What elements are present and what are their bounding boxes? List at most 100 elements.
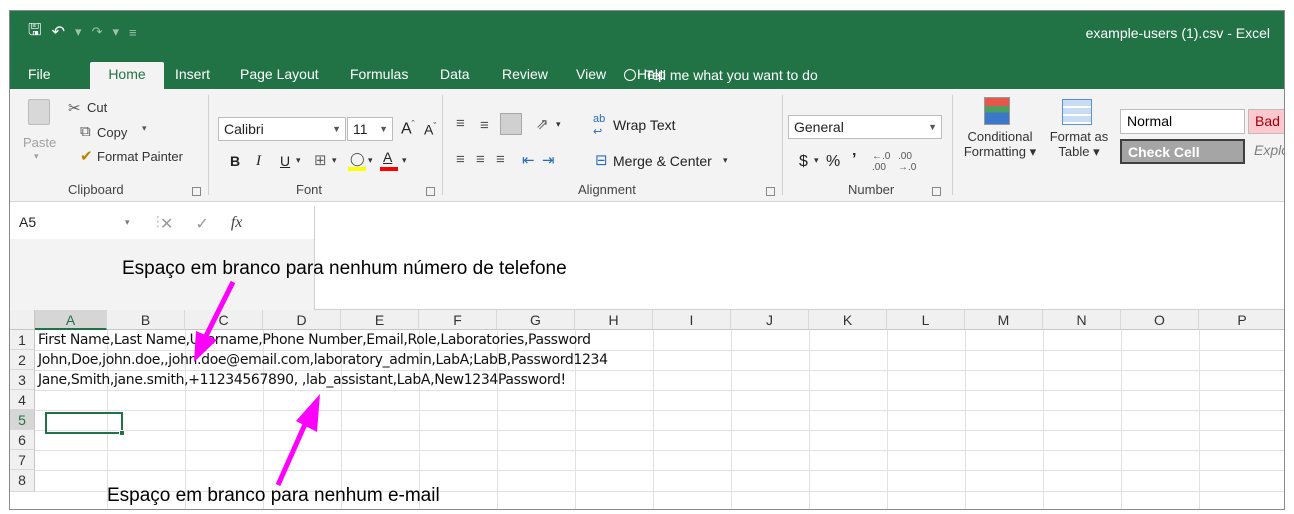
row-header-6[interactable]: 6	[10, 430, 35, 450]
format-painter-button[interactable]: Format Painter	[97, 149, 183, 164]
comma-style-button[interactable]: ’	[852, 151, 856, 169]
style-check-cell[interactable]: Check Cell	[1120, 139, 1245, 164]
paste-button[interactable]: Paste ▾	[20, 95, 60, 165]
column-header-H[interactable]: H	[575, 310, 653, 330]
style-explanatory[interactable]: Explo	[1248, 139, 1284, 164]
currency-button[interactable]: $	[799, 153, 808, 171]
align-center-icon[interactable]: ≡	[476, 151, 485, 168]
column-header-N[interactable]: N	[1043, 310, 1121, 330]
select-all-corner[interactable]	[10, 310, 35, 330]
orientation-dropdown-icon[interactable]: ▾	[556, 119, 561, 130]
column-header-G[interactable]: G	[497, 310, 575, 330]
row-header-5[interactable]: 5	[10, 410, 35, 430]
tab-insert[interactable]: Insert	[165, 62, 220, 89]
tab-data[interactable]: Data	[430, 62, 480, 89]
undo-dropdown-icon[interactable]: ▾	[75, 22, 82, 42]
tab-review[interactable]: Review	[492, 62, 558, 89]
column-header-D[interactable]: D	[263, 310, 341, 330]
increase-decimal-icon[interactable]: ←.0.00	[872, 151, 890, 173]
tell-me-box[interactable]: Tell me what you want to do	[624, 62, 818, 89]
gridline	[731, 330, 732, 509]
column-header-K[interactable]: K	[809, 310, 887, 330]
underline-dropdown-icon[interactable]: ▾	[296, 155, 301, 166]
column-header-P[interactable]: P	[1199, 310, 1284, 330]
wrap-text-button[interactable]: Wrap Text	[613, 117, 676, 133]
underline-button[interactable]: U	[280, 153, 290, 169]
fill-handle[interactable]	[119, 430, 125, 436]
row-header-2[interactable]: 2	[10, 350, 35, 370]
merge-dropdown-icon[interactable]: ▾	[723, 155, 728, 166]
number-format-combo[interactable]: General ▼	[788, 115, 942, 139]
customize-qat-icon[interactable]: ≡	[129, 22, 137, 42]
column-header-E[interactable]: E	[341, 310, 419, 330]
name-box[interactable]: A5 ▾	[11, 206, 149, 239]
merge-center-button[interactable]: Merge & Center	[613, 153, 712, 169]
bold-button[interactable]: B	[230, 153, 240, 169]
cell-A1[interactable]: First Name,Last Name,Username,Phone Numb…	[38, 330, 591, 350]
column-header-L[interactable]: L	[887, 310, 965, 330]
insert-function-icon[interactable]: fx	[231, 214, 243, 234]
copy-button[interactable]: Copy	[97, 125, 127, 140]
font-color-icon[interactable]: A	[380, 149, 398, 171]
format-as-table-button[interactable]: Format as Table ▾	[1046, 129, 1112, 160]
font-launcher-icon[interactable]	[426, 187, 435, 196]
align-middle-icon[interactable]: ≡	[480, 117, 489, 134]
active-cell-A5[interactable]	[45, 412, 123, 434]
clipboard-launcher-icon[interactable]	[192, 187, 201, 196]
borders-dropdown-icon[interactable]: ▾	[332, 155, 337, 166]
cancel-icon[interactable]: ✕	[160, 214, 173, 234]
borders-icon[interactable]: ⊞	[314, 151, 327, 169]
number-launcher-icon[interactable]	[932, 187, 941, 196]
column-header-I[interactable]: I	[653, 310, 731, 330]
currency-dropdown-icon[interactable]: ▾	[814, 155, 819, 166]
style-bad[interactable]: Bad	[1248, 109, 1284, 134]
align-top-icon[interactable]: ≡	[456, 115, 465, 132]
style-normal[interactable]: Normal	[1120, 109, 1245, 134]
row-header-3[interactable]: 3	[10, 370, 35, 390]
enter-icon[interactable]: ✓	[195, 214, 208, 234]
cell-A3[interactable]: Jane,Smith,jane.smith,+11234567890, ,lab…	[38, 370, 566, 390]
tab-formulas[interactable]: Formulas	[340, 62, 418, 89]
tab-file[interactable]: File	[18, 62, 61, 89]
decrease-indent-icon[interactable]: ⇤	[522, 151, 535, 169]
undo-icon[interactable]: ↶	[52, 22, 65, 42]
tab-page-layout[interactable]: Page Layout	[230, 62, 329, 89]
percent-button[interactable]: %	[826, 153, 840, 171]
row-header-8[interactable]: 8	[10, 470, 35, 492]
row-header-7[interactable]: 7	[10, 450, 35, 470]
column-header-J[interactable]: J	[731, 310, 809, 330]
tab-view[interactable]: View	[566, 62, 616, 89]
increase-font-icon[interactable]: Aˆ	[401, 119, 415, 138]
fill-color-icon[interactable]: ◯	[348, 151, 366, 171]
column-header-M[interactable]: M	[965, 310, 1043, 330]
redo-dropdown-icon[interactable]: ▾	[112, 22, 119, 42]
align-right-icon[interactable]: ≡	[496, 151, 505, 168]
cut-button[interactable]: Cut	[87, 100, 107, 115]
increase-indent-icon[interactable]: ⇥	[542, 151, 555, 169]
align-left-icon[interactable]: ≡	[456, 151, 465, 168]
decrease-font-icon[interactable]: Aˇ	[424, 121, 436, 138]
column-header-B[interactable]: B	[107, 310, 185, 330]
name-box-dropdown-icon[interactable]: ▾	[125, 206, 130, 239]
fill-dropdown-icon[interactable]: ▾	[368, 155, 373, 166]
decrease-decimal-icon[interactable]: .00 →.0	[898, 151, 916, 173]
copy-dropdown-icon[interactable]: ▾	[142, 123, 147, 134]
column-header-F[interactable]: F	[419, 310, 497, 330]
font-color-dropdown-icon[interactable]: ▾	[402, 155, 407, 166]
font-name-combo[interactable]: Calibri ▼	[218, 117, 346, 141]
column-header-A[interactable]: A	[35, 310, 107, 330]
save-icon[interactable]: 🖫	[28, 22, 42, 42]
alignment-launcher-icon[interactable]	[766, 187, 775, 196]
tab-home[interactable]: Home	[90, 62, 164, 89]
column-header-O[interactable]: O	[1121, 310, 1199, 330]
align-bottom-icon[interactable]	[500, 113, 522, 135]
row-header-1[interactable]: 1	[10, 330, 35, 350]
column-header-C[interactable]: C	[185, 310, 263, 330]
italic-button[interactable]: I	[256, 153, 261, 170]
cell-A2[interactable]: John,Doe,john.doe,,john.doe@email.com,la…	[38, 350, 608, 370]
orientation-icon[interactable]: ⇗	[536, 115, 549, 133]
row-header-4[interactable]: 4	[10, 390, 35, 410]
redo-icon[interactable]: ↷	[92, 22, 103, 42]
font-size-combo[interactable]: 11 ▼	[347, 117, 393, 141]
conditional-formatting-button[interactable]: Conditional Formatting ▾	[962, 129, 1038, 160]
